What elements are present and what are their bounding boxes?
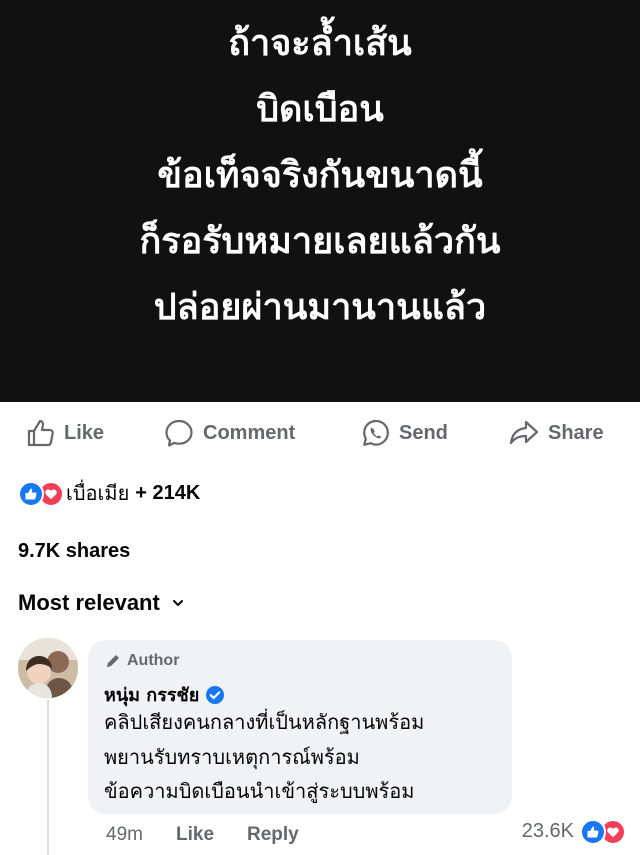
share-button[interactable]: Share bbox=[508, 410, 604, 456]
comment-reaction-icons bbox=[580, 818, 626, 845]
share-arrow-icon bbox=[509, 420, 539, 445]
comment-label: Comment bbox=[203, 421, 296, 444]
chevron-down-icon bbox=[172, 600, 183, 606]
pencil-icon bbox=[107, 655, 119, 667]
comment-like-button[interactable]: Like bbox=[176, 820, 214, 850]
share-count[interactable]: 9.7K shares bbox=[18, 540, 130, 563]
comment-bubble[interactable]: Author หนุ่ม กรรชัย คลิปเสียงคนกลางที่เป… bbox=[88, 640, 512, 814]
author-badge: Author bbox=[104, 652, 179, 670]
post-image-line: ข้อเท็จจริงกันขนาดนี้ bbox=[157, 155, 483, 196]
reaction-summary[interactable]: เบื่อเมีย + 214K bbox=[18, 478, 200, 508]
avatar[interactable] bbox=[18, 638, 78, 698]
comment-sort-label: Most relevant bbox=[18, 590, 160, 615]
comment-icon bbox=[165, 419, 193, 447]
comment-button[interactable]: Comment bbox=[163, 410, 295, 456]
like-reaction-icon bbox=[18, 481, 44, 507]
reaction-icons bbox=[18, 480, 66, 507]
like-label: Like bbox=[64, 421, 105, 444]
post-image-line: ถ้าจะล้ำเส้น bbox=[228, 23, 412, 64]
whatsapp-icon bbox=[363, 419, 389, 446]
thread-line bbox=[47, 700, 49, 855]
post-image[interactable]: ถ้าจะล้ำเส้น บิดเบือน ข้อเท็จจริงกันขนาด… bbox=[0, 0, 640, 402]
post-image-line: ก็รอรับหมายเลยแล้วกัน bbox=[139, 221, 501, 262]
verified-badge-icon bbox=[206, 685, 225, 704]
share-label: Share bbox=[548, 421, 604, 444]
reaction-names: เบื่อเมีย bbox=[66, 481, 130, 505]
thumbs-up-icon bbox=[27, 419, 54, 447]
comment-text-line: ข้อความบิดเบือนนำเข้าสู่ระบบพร้อม bbox=[104, 779, 415, 803]
comment-reactions[interactable]: 23.6K bbox=[521, 818, 626, 845]
post-action-bar: Like Comment Send Share bbox=[0, 410, 640, 456]
post-image-line: ปล่อยผ่านมานานแล้ว bbox=[153, 287, 487, 328]
comment-reply-button[interactable]: Reply bbox=[247, 820, 299, 850]
comment-text-line: พยานรับทราบเหตุการณ์พร้อม bbox=[104, 745, 360, 769]
send-label: Send bbox=[399, 421, 448, 444]
reaction-count: + 214K bbox=[135, 481, 201, 504]
like-button[interactable]: Like bbox=[26, 410, 104, 456]
comment-timestamp: 49m bbox=[106, 824, 143, 845]
comment-text-line: คลิปเสียงคนกลางที่เป็นหลักฐานพร้อม bbox=[104, 710, 425, 734]
comment-sort-dropdown[interactable]: Most relevant bbox=[18, 590, 184, 616]
like-reaction-icon bbox=[580, 819, 606, 845]
comment-author-row: หนุ่ม กรรชัย bbox=[104, 680, 225, 709]
author-badge-label: Author bbox=[127, 652, 180, 669]
send-button[interactable]: Send bbox=[361, 410, 448, 456]
comment-reaction-count: 23.6K bbox=[521, 819, 574, 842]
comment-author-name[interactable]: หนุ่ม กรรชัย bbox=[104, 680, 199, 709]
post-image-line: บิดเบือน bbox=[256, 89, 384, 130]
